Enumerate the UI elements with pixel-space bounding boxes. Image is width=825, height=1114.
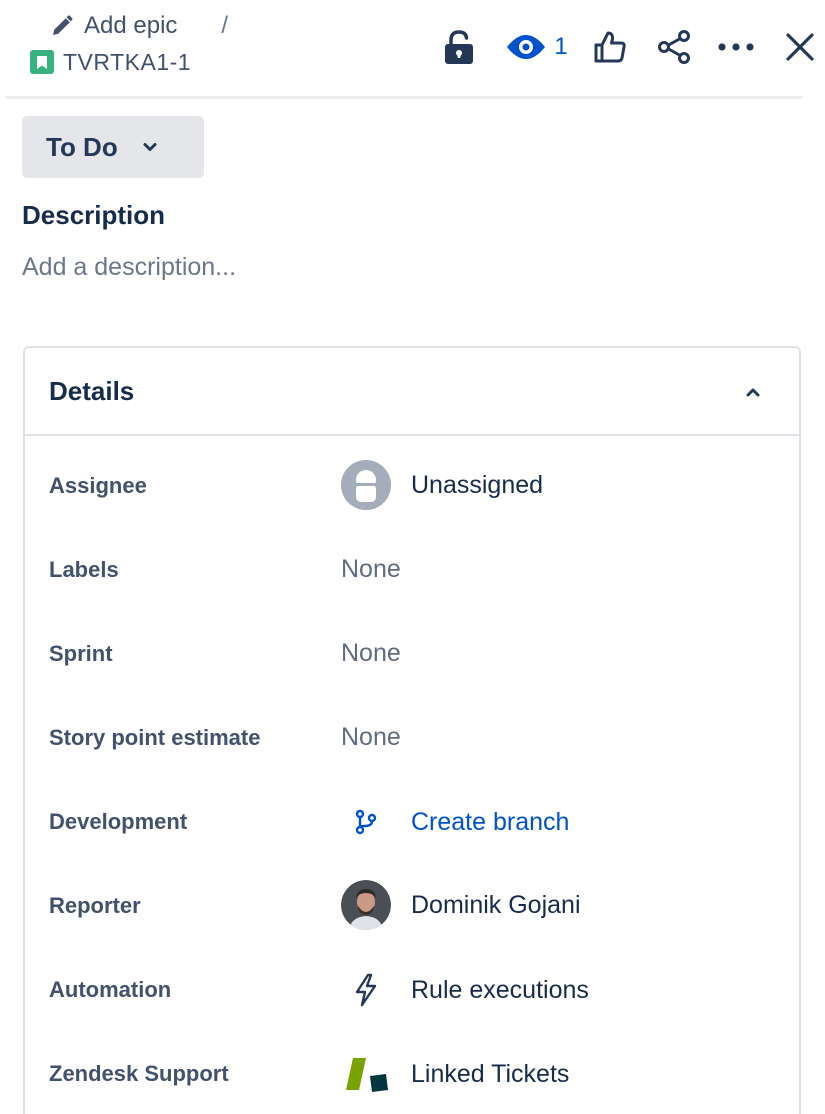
details-panel: Details Assignee Unassigned Labels None … [23,346,801,1114]
close-button[interactable] [775,22,825,72]
labels-value-text: None [341,555,401,583]
watchers-count: 1 [554,33,568,60]
sprint-value[interactable]: None [341,639,401,668]
assignee-value[interactable]: Unassigned [341,460,543,510]
create-branch-link[interactable]: Create branch [341,797,569,847]
breadcrumb-separator: / [221,12,229,39]
assignee-name: Unassigned [411,470,544,499]
field-row-sprint: Sprint None [25,612,799,696]
zendesk-icon [341,1049,391,1099]
thumbs-up-icon [594,31,626,63]
field-row-development: Development Create branch [25,780,799,864]
watch-button[interactable]: 1 [495,22,579,72]
field-label: Zendesk Support [49,1061,229,1086]
create-branch-label: Create branch [411,807,570,836]
user-avatar-icon [341,460,391,510]
field-label: Assignee [49,473,147,498]
linked-tickets-link[interactable]: Linked Tickets [341,1049,569,1099]
issue-key: TVRTKA1-1 [63,48,192,75]
header-divider [6,96,802,99]
field-label: Development [49,809,188,834]
field-row-automation: Automation Rule executions [25,948,799,1032]
field-label: Story point estimate [49,725,261,750]
status-dropdown[interactable]: To Do [22,116,204,178]
field-row-assignee: Assignee Unassigned [25,444,799,528]
linked-tickets-label: Linked Tickets [411,1059,570,1088]
more-actions-button[interactable] [711,22,761,72]
story-points-value[interactable]: None [341,723,401,752]
issue-header: Add epic / TVRTKA1-1 1 [0,0,825,99]
close-icon [786,33,814,61]
add-epic-link[interactable]: Add epic / [30,10,228,42]
issue-view: Add epic / TVRTKA1-1 1 To Do Description… [0,0,825,1114]
issue-key-link[interactable]: TVRTKA1-1 [30,46,228,78]
restrictions-button[interactable] [431,22,487,72]
field-row-labels: Labels None [25,528,799,612]
branch-icon [341,797,391,847]
field-label: Sprint [49,641,113,666]
details-heading: Details [49,376,135,406]
field-label: Labels [49,557,119,582]
description-field[interactable]: Add a description... [22,253,236,282]
rule-executions-link[interactable]: Rule executions [341,965,589,1015]
pencil-icon [53,15,73,35]
lock-icon [445,30,473,64]
field-row-story-points: Story point estimate None [25,696,799,780]
share-button[interactable] [649,22,699,72]
sprint-value-text: None [341,639,401,667]
reporter-value[interactable]: Dominik Gojani [341,880,581,930]
avatar [341,880,391,930]
field-row-reporter: Reporter Dominik Gojani [25,864,799,948]
share-icon [658,30,690,64]
eye-icon [507,35,546,59]
add-epic-label: Add epic [84,12,178,39]
status-label: To Do [46,131,118,162]
labels-value[interactable]: None [341,555,401,584]
chevron-down-icon [143,143,157,151]
issue-actions: 1 [431,22,825,72]
reporter-name: Dominik Gojani [411,890,581,919]
vote-button[interactable] [585,22,635,72]
chevron-up-icon [746,388,760,397]
details-toggle[interactable]: Details [25,348,799,436]
more-icon [718,43,754,51]
field-row-zendesk: Zendesk Support Linked Tickets [25,1032,799,1114]
story-points-value-text: None [341,723,401,751]
field-label: Automation [49,977,172,1002]
lightning-icon [341,965,391,1015]
field-label: Reporter [49,893,141,918]
description-heading: Description [22,200,166,230]
rule-executions-label: Rule executions [411,975,589,1004]
breadcrumb: Add epic / TVRTKA1-1 [30,10,228,78]
story-icon [30,50,54,74]
